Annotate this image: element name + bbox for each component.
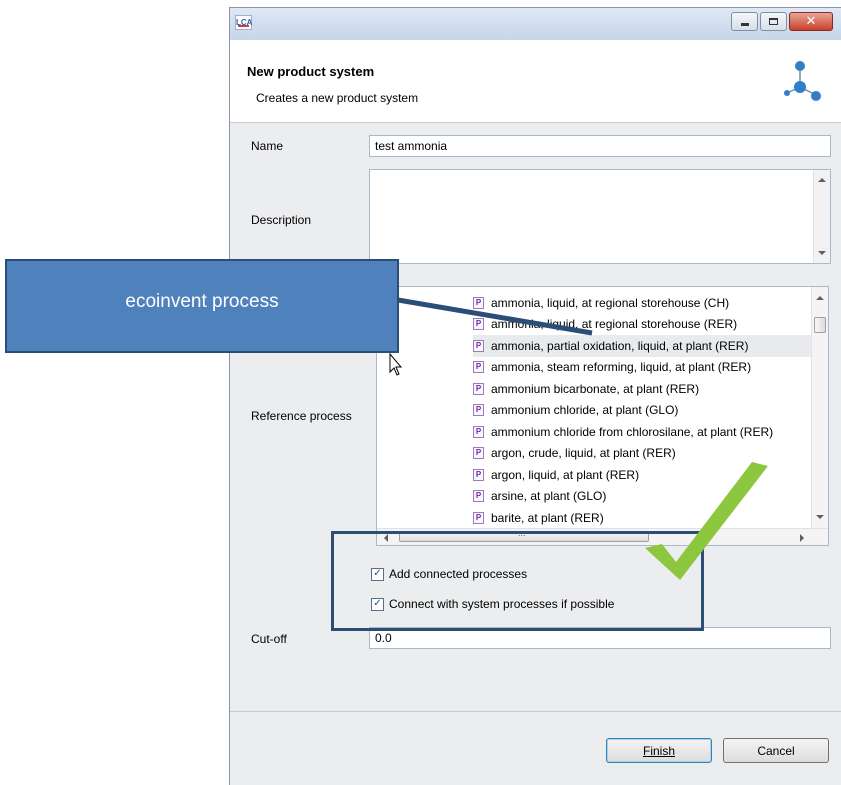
cancel-label: Cancel xyxy=(757,743,795,758)
process-icon: P xyxy=(473,404,484,417)
process-icon: P xyxy=(473,361,484,374)
name-input[interactable]: test ammonia xyxy=(369,135,831,157)
new-product-system-dialog: LCA ✕ New product system Creates a new p… xyxy=(229,7,841,785)
minimize-button[interactable] xyxy=(731,12,758,31)
product-system-icon xyxy=(784,61,821,101)
process-icon: P xyxy=(473,511,484,524)
process-name: barite, at plant (RER) xyxy=(491,510,604,525)
description-scrollbar[interactable] xyxy=(813,170,830,263)
process-icon: P xyxy=(473,339,484,352)
minimize-icon xyxy=(740,23,749,26)
close-icon: ✕ xyxy=(805,14,817,29)
process-icon: P xyxy=(473,490,484,503)
process-icon: P xyxy=(473,425,484,438)
process-name: ammonia, liquid, at regional storehouse … xyxy=(491,295,730,310)
process-icon: P xyxy=(473,468,484,481)
close-button[interactable]: ✕ xyxy=(789,12,833,31)
finish-label: Finish xyxy=(642,743,675,758)
process-name: argon, liquid, at plant (RER) xyxy=(491,467,640,482)
app-logo-icon: LCA xyxy=(235,15,252,30)
name-label: Name xyxy=(251,139,284,153)
title-bar[interactable]: LCA ✕ xyxy=(230,8,841,40)
wizard-header: New product system Creates a new product… xyxy=(230,40,841,123)
cancel-button[interactable]: Cancel xyxy=(723,738,829,763)
process-list-item[interactable]: Pargon, liquid, at plant (RER) xyxy=(473,464,813,486)
process-list-item[interactable]: Pammonia, liquid, at regional storehouse… xyxy=(473,292,813,314)
process-name: ammonium chloride from chlorosilane, at … xyxy=(491,424,774,439)
process-name: ammonium bicarbonate, at plant (RER) xyxy=(491,381,700,396)
process-icon: P xyxy=(473,447,484,460)
process-icon: P xyxy=(473,296,484,309)
finish-button[interactable]: Finish xyxy=(606,738,712,763)
maximize-icon xyxy=(769,18,778,25)
description-label: Description xyxy=(251,213,312,227)
process-list-item[interactable]: Pargon, crude, liquid, at plant (RER) xyxy=(473,443,813,465)
maximize-button[interactable] xyxy=(760,12,787,31)
process-name: ammonium chloride, at plant (GLO) xyxy=(491,403,679,418)
page-title: New product system xyxy=(247,64,375,79)
process-list-item[interactable]: Pammonium chloride from chlorosilane, at… xyxy=(473,421,813,443)
process-list-item[interactable]: Pammonia, partial oxidation, liquid, at … xyxy=(473,335,813,357)
process-name: arsine, at plant (GLO) xyxy=(491,489,607,504)
process-name: ammonia, liquid, at regional storehouse … xyxy=(491,317,738,332)
process-list-vscroll[interactable] xyxy=(811,287,828,528)
process-list-item[interactable]: Pammonia, liquid, at regional storehouse… xyxy=(473,314,813,336)
process-name: argon, crude, liquid, at plant (RER) xyxy=(491,446,676,461)
reference-process-label: Reference process xyxy=(251,409,352,423)
checkbox-highlight-box xyxy=(331,531,704,631)
process-name: ammonia, partial oxidation, liquid, at p… xyxy=(491,338,749,353)
vertical-scroll-thumb[interactable] xyxy=(814,317,826,333)
process-list-item[interactable]: Pammonium bicarbonate, at plant (RER) xyxy=(473,378,813,400)
process-list-item[interactable]: Pbarite, at plant (RER) xyxy=(473,507,813,529)
process-list-item[interactable]: Pammonia, steam reforming, liquid, at pl… xyxy=(473,357,813,379)
scroll-down-arrow-icon[interactable] xyxy=(816,515,824,519)
footer-divider xyxy=(230,711,841,712)
scroll-down-arrow-icon[interactable] xyxy=(818,251,826,255)
process-name: ammonia, steam reforming, liquid, at pla… xyxy=(491,360,752,375)
process-icon: P xyxy=(473,382,484,395)
scroll-right-arrow-icon[interactable] xyxy=(800,534,804,542)
reference-process-list[interactable]: Pammonia, liquid, at regional storehouse… xyxy=(376,286,829,546)
description-textarea[interactable] xyxy=(369,169,831,264)
process-list-item[interactable]: Pammonium chloride, at plant (GLO) xyxy=(473,400,813,422)
ecoinvent-callout: ecoinvent process xyxy=(5,259,399,353)
scroll-up-arrow-icon[interactable] xyxy=(818,178,826,182)
process-list-item[interactable]: Parsine, at plant (GLO) xyxy=(473,486,813,508)
callout-text: ecoinvent process xyxy=(125,291,279,312)
process-items: Pammonia, liquid, at regional storehouse… xyxy=(473,292,813,529)
scroll-up-arrow-icon[interactable] xyxy=(816,296,824,300)
process-icon: P xyxy=(473,318,484,331)
cutoff-label: Cut-off xyxy=(251,632,287,646)
page-subtitle: Creates a new product system xyxy=(256,91,419,105)
